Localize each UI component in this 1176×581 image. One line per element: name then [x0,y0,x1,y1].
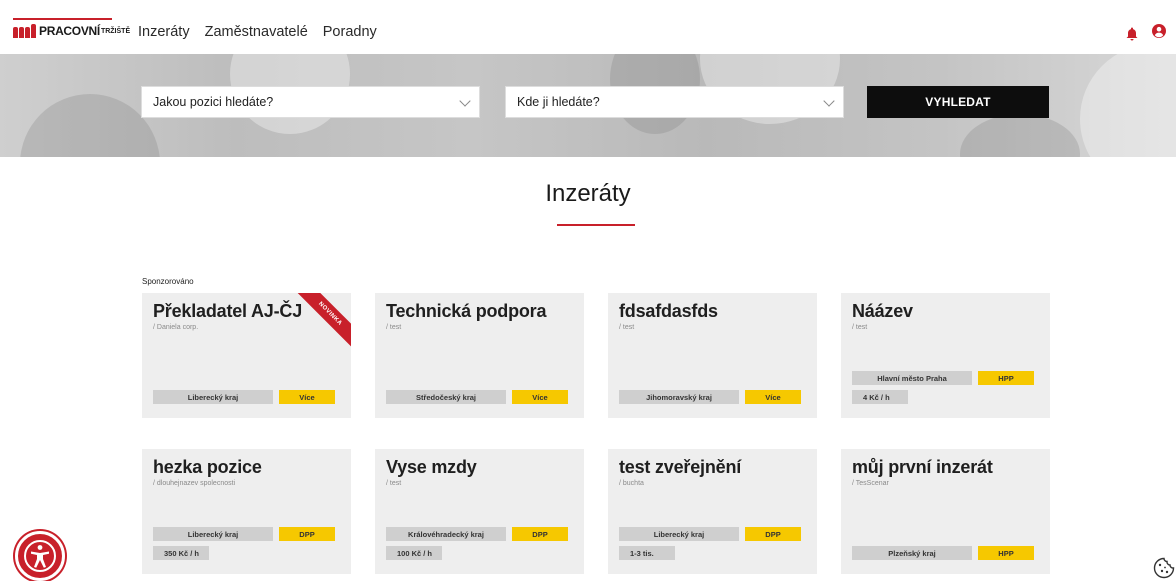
accessibility-icon [24,540,56,572]
hero-search-banner: Jakou pozici hledáte? Kde ji hledáte? VY… [0,54,1176,157]
job-title[interactable]: Vyse mzdy [386,457,477,478]
job-card[interactable]: Vyse mzdy / test Královéhradecký kraj DP… [375,449,584,574]
contract-type-badge: HPP [978,546,1034,560]
salary-chip: 4 Kč / h [852,390,908,404]
job-title[interactable]: můj první inzerát [852,457,993,478]
job-title[interactable]: Překladatel AJ-ČJ [153,301,302,322]
user-icon[interactable] [1152,24,1166,43]
region-chip: Hlavní město Praha [852,371,972,385]
header-icons [1126,24,1166,43]
job-company: / dlouhejnazev spolecnosti [153,480,236,487]
position-select-label: Jakou pozici hledáte? [153,95,274,109]
job-title[interactable]: test zveřejnění [619,457,741,478]
job-title[interactable]: hezka pozice [153,457,262,478]
hero-decor [960,114,1080,157]
search-button[interactable]: VYHLEDAT [867,86,1049,118]
chevron-down-icon [459,95,471,107]
contract-type-badge: HPP [978,371,1034,385]
logo-subtext: TRŽIŠTĚ [100,27,131,35]
more-button[interactable]: Více [279,390,335,404]
region-chip: Jihomoravský kraj [619,390,739,404]
salary-chip: 100 Kč / h [386,546,442,560]
position-select[interactable]: Jakou pozici hledáte? [141,86,480,118]
job-card[interactable]: fdsafdasfds / test Jihomoravský kraj Víc… [608,293,817,418]
more-button[interactable]: Více [512,390,568,404]
region-chip: Královéhradecký kraj [386,527,506,541]
contract-type-badge: DPP [745,527,801,541]
job-title[interactable]: Technická podpora [386,301,546,322]
job-company: / test [386,324,402,331]
region-chip: Středočeský kraj [386,390,506,404]
contract-type-badge: DPP [279,527,335,541]
hero-decor [20,94,160,157]
job-card[interactable]: Překladatel AJ-ČJ / Daniela corp. NOVINK… [142,293,351,418]
job-company: / test [852,324,868,331]
logo-text: PRACOVNÍ [39,24,100,38]
logo-roof [13,18,112,24]
region-chip: Liberecký kraj [153,390,273,404]
job-title[interactable]: Náázev [852,301,913,322]
nav-item-inzeraty[interactable]: Inzeráty [138,24,190,40]
cookie-settings-icon[interactable] [1153,557,1175,579]
nav-item-zamestnavatele[interactable]: Zaměstnavatelé [205,24,308,40]
location-select[interactable]: Kde ji hledáte? [505,86,844,118]
main-nav: Inzeráty Zaměstnavatelé Poradny [138,24,377,40]
chevron-down-icon [823,95,835,107]
job-company: / TesScenar [852,480,889,487]
job-title[interactable]: fdsafdasfds [619,301,718,322]
job-card[interactable]: můj první inzerát / TesScenar Plzeňský k… [841,449,1050,574]
job-card[interactable]: Technická podpora / test Středočeský kra… [375,293,584,418]
job-company: / test [619,324,635,331]
location-select-label: Kde ji hledáte? [517,95,600,109]
job-card[interactable]: Náázev / test Hlavní město Praha HPP 4 K… [841,293,1050,418]
contract-type-badge: DPP [512,527,568,541]
job-company: / test [386,480,402,487]
bell-icon[interactable] [1126,27,1138,41]
job-card[interactable]: hezka pozice / dlouhejnazev spolecnosti … [142,449,351,574]
more-button[interactable]: Více [745,390,801,404]
accessibility-button[interactable] [15,531,65,581]
job-card[interactable]: test zveřejnění / buchta Liberecký kraj … [608,449,817,574]
site-logo[interactable]: PRACOVNÍ TRŽIŠTĚ [13,18,130,39]
job-company: / Daniela corp. [153,324,199,331]
job-company: / buchta [619,480,644,487]
region-chip: Plzeňský kraj [852,546,972,560]
region-chip: Liberecký kraj [153,527,273,541]
logo-figures-icon [13,24,36,38]
region-chip: Liberecký kraj [619,527,739,541]
page-title: Inzeráty [545,180,631,207]
site-header: PRACOVNÍ TRŽIŠTĚ Inzeráty Zaměstnavatelé… [0,0,1176,54]
title-underline [557,224,635,226]
sponsored-label: Sponzorováno [142,277,194,286]
salary-chip: 350 Kč / h [153,546,209,560]
nav-item-poradny[interactable]: Poradny [323,24,377,40]
salary-chip: 1-3 tis. [619,546,675,560]
hero-decor [1080,54,1176,157]
